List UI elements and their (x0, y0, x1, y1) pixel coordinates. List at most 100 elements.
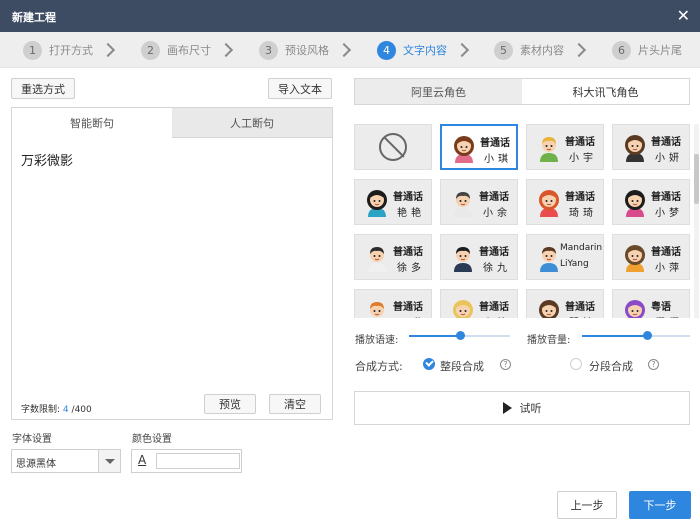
color-picker[interactable]: A (131, 449, 242, 473)
radio-split-synthesis[interactable] (570, 358, 582, 370)
step-label: 预设风格 (285, 44, 329, 57)
voice-language: Mandarin (560, 243, 603, 253)
step-material-content[interactable]: 5 素材内容 (494, 40, 587, 60)
avatar-icon (540, 137, 558, 162)
listen-label: 试听 (519, 402, 542, 415)
step-intro-outro[interactable]: 6 片头片尾 (612, 40, 682, 60)
voice-language: 普通话 (393, 192, 423, 203)
voice-name: 琦琦 (569, 208, 597, 219)
whole-synthesis-label[interactable]: 整段合成 (440, 358, 484, 374)
text-editor-panel: 智能断句 人工断句 万彩微影 字数限制: 4 /400 (11, 107, 333, 420)
voice-name: 徐九 (483, 263, 511, 274)
char-count-current: 4 (62, 405, 69, 415)
no-voice-card[interactable] (354, 124, 432, 170)
char-count: 字数限制: 4 /400 (21, 402, 92, 415)
close-icon[interactable]: ✕ (677, 6, 690, 25)
voice-card[interactable]: 普通话 徐九 (440, 234, 518, 280)
voice-name: LiYang (560, 259, 589, 269)
step-label: 文字内容 (403, 44, 447, 57)
voice-name: 艳艳 (397, 208, 425, 219)
voice-language: 普通话 (479, 247, 509, 258)
clear-button[interactable]: 清空 (269, 394, 321, 414)
voice-language: 普通话 (651, 192, 681, 203)
voice-card[interactable]: Mandarin LiYang (526, 234, 604, 280)
step-label: 画布尺寸 (167, 44, 211, 57)
voice-name: 小宇 (569, 153, 597, 164)
avatar-icon (454, 192, 472, 217)
step-number: 3 (259, 40, 278, 60)
step-label: 打开方式 (49, 44, 93, 57)
voice-card[interactable]: 粤语樱樱 (612, 289, 690, 318)
voice-language: 普通话 (565, 302, 595, 313)
chevron-right-icon (454, 42, 470, 58)
avatar-icon (453, 300, 473, 318)
step-label: 素材内容 (520, 44, 564, 57)
voice-language: 普通话 (565, 192, 595, 203)
help-icon[interactable]: ? (500, 359, 511, 370)
voice-language: 普通话 (651, 137, 681, 148)
tab-smart-split[interactable]: 智能断句 (12, 108, 172, 138)
slider-handle[interactable] (455, 331, 465, 340)
title-bar: 新建工程 ✕ (0, 0, 700, 32)
voice-card[interactable]: 普通话 小妍 (612, 124, 690, 170)
voice-language: 普通话 (479, 192, 509, 203)
avatar-icon (539, 190, 559, 217)
voice-language: 普通话 (479, 302, 509, 313)
step-canvas-size[interactable]: 2 画布尺寸 (141, 40, 234, 60)
voice-card[interactable]: 普通话子琪 (354, 289, 432, 318)
char-count-max: /400 (71, 405, 92, 415)
previous-step-button[interactable]: 上一步 (557, 491, 617, 519)
voice-card[interactable]: 普通话 小宇 (526, 124, 604, 170)
voice-card[interactable]: 普通话 琦琦 (526, 179, 604, 225)
split-synthesis-label[interactable]: 分段合成 (589, 358, 633, 374)
scrollbar-thumb[interactable] (694, 154, 699, 204)
color-swatch[interactable] (156, 453, 240, 469)
chevron-down-icon[interactable] (98, 450, 120, 472)
no-voice-icon (379, 133, 407, 161)
voice-card[interactable]: 普通话 徐多 (354, 234, 432, 280)
step-label: 片头片尾 (638, 44, 682, 57)
voice-name: 小琪 (484, 154, 512, 165)
tab-manual-split[interactable]: 人工断句 (172, 108, 332, 138)
voice-name: 小余 (483, 208, 511, 219)
chevron-right-icon (571, 42, 587, 58)
reselect-mode-button[interactable]: 重选方式 (11, 78, 75, 99)
voice-grid-scrollbar[interactable] (694, 124, 699, 318)
voice-card[interactable]: 普通话小箐 (440, 289, 518, 318)
voice-name: 徐多 (397, 263, 425, 274)
font-select[interactable]: 思源黑体 (11, 449, 121, 473)
voice-card[interactable]: 普通话 小琪 (440, 124, 518, 170)
next-step-button[interactable]: 下一步 (629, 491, 691, 519)
slider-handle[interactable] (642, 331, 652, 340)
speed-slider[interactable] (409, 330, 510, 342)
import-text-button[interactable]: 导入文本 (268, 78, 332, 99)
voice-card[interactable]: 普通话 小余 (440, 179, 518, 225)
step-number: 2 (141, 40, 160, 60)
tab-aliyun-voices[interactable]: 阿里云角色 (355, 79, 522, 104)
avatar-icon (625, 245, 645, 272)
step-open-mode[interactable]: 1 打开方式 (23, 40, 116, 60)
font-color-icon: A (138, 453, 147, 467)
preview-button[interactable]: 预览 (204, 394, 256, 414)
avatar-icon (539, 300, 559, 318)
voice-name: 小妍 (655, 153, 683, 164)
voice-card[interactable]: 普通话慧婆 (526, 289, 604, 318)
text-input-content[interactable]: 万彩微影 (21, 150, 73, 169)
avatar-icon (454, 247, 472, 272)
voice-name: 子琪 (397, 314, 425, 318)
tab-iflytek-voices[interactable]: 科大讯飞角色 (522, 79, 689, 104)
voice-card[interactable]: 普通话 小梦 (612, 179, 690, 225)
volume-slider[interactable] (582, 330, 690, 342)
voice-card[interactable]: 普通话 艳艳 (354, 179, 432, 225)
voice-card[interactable]: 普通话 小萍 (612, 234, 690, 280)
avatar-icon (367, 190, 387, 217)
avatar-icon (625, 135, 645, 162)
listen-button[interactable]: 试听 (354, 391, 690, 425)
avatar-icon (625, 300, 645, 318)
help-icon[interactable]: ? (648, 359, 659, 370)
voice-name: 小箐 (483, 314, 511, 318)
radio-whole-synthesis[interactable] (423, 358, 435, 370)
speed-label: 播放语速: (355, 335, 399, 346)
step-text-content[interactable]: 4 文字内容 (377, 40, 470, 60)
step-preset-style[interactable]: 3 预设风格 (259, 40, 352, 60)
